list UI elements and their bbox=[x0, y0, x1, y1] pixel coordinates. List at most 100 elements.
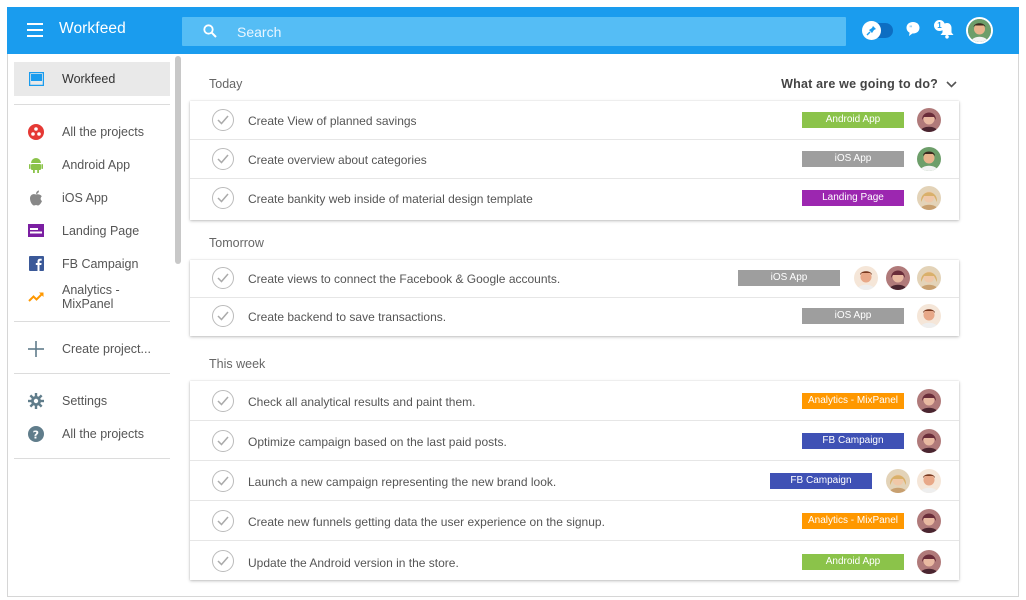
sidebar-item-settings[interactable]: Settings bbox=[14, 384, 170, 417]
apple-icon bbox=[28, 190, 44, 206]
task-card-this-week: Check all analytical results and paint t… bbox=[190, 381, 959, 580]
task-text: Check all analytical results and paint t… bbox=[248, 395, 476, 409]
assignee-avatar[interactable] bbox=[917, 429, 941, 453]
assignee-avatar[interactable] bbox=[917, 186, 941, 210]
complete-task-checkbox[interactable] bbox=[212, 510, 234, 532]
facebook-icon bbox=[28, 256, 44, 272]
section-title-this-week: This week bbox=[209, 357, 266, 371]
assignee-avatar[interactable] bbox=[917, 147, 941, 171]
task-text: Optimize campaign based on the last paid… bbox=[248, 435, 507, 449]
user-avatar[interactable] bbox=[966, 17, 993, 44]
sidebar-item-label: iOS App bbox=[62, 190, 108, 205]
sidebar-item-label: Analytics - MixPanel bbox=[62, 282, 120, 311]
svg-text:?: ? bbox=[33, 428, 39, 441]
complete-task-checkbox[interactable] bbox=[212, 305, 234, 327]
complete-task-checkbox[interactable] bbox=[212, 430, 234, 452]
task-row[interactable]: Create backend to save transactions. iOS… bbox=[190, 298, 959, 336]
task-text: Update the Android version in the store. bbox=[248, 556, 459, 570]
assignee-avatar[interactable] bbox=[917, 266, 941, 290]
search-bar[interactable] bbox=[182, 17, 846, 46]
sidebar-item-help[interactable]: ? All the projects bbox=[14, 417, 170, 450]
app-title: Workfeed bbox=[59, 20, 126, 37]
sidebar-item-label: Workfeed bbox=[62, 72, 116, 86]
top-bar: Workfeed " 1 bbox=[7, 7, 1019, 54]
project-tag[interactable]: iOS App bbox=[802, 151, 904, 167]
sidebar-item-label: Landing Page bbox=[62, 223, 140, 238]
complete-task-checkbox[interactable] bbox=[212, 148, 234, 170]
section-title-tomorrow: Tomorrow bbox=[209, 236, 264, 250]
assignee-avatar[interactable] bbox=[917, 389, 941, 413]
sidebar-item-fb-campaign[interactable]: FB Campaign bbox=[14, 247, 170, 280]
analytics-icon bbox=[28, 289, 44, 305]
sidebar-item-label: Android App bbox=[62, 157, 131, 172]
assignee-avatar[interactable] bbox=[886, 266, 910, 290]
sidebar-divider bbox=[14, 321, 170, 322]
assignee-avatar[interactable] bbox=[917, 509, 941, 533]
task-card-today: Create View of planned savings Android A… bbox=[190, 101, 959, 220]
complete-task-checkbox[interactable] bbox=[212, 550, 234, 572]
task-text: Create views to connect the Facebook & G… bbox=[248, 272, 561, 286]
sidebar-item-landing-page[interactable]: Landing Page bbox=[14, 214, 170, 247]
sidebar-item-label: Settings bbox=[62, 393, 108, 408]
assignee-avatar[interactable] bbox=[917, 304, 941, 328]
project-tag[interactable]: Analytics - MixPanel bbox=[802, 513, 904, 529]
hamburger-menu-icon[interactable] bbox=[27, 23, 43, 37]
project-tag[interactable]: FB Campaign bbox=[802, 433, 904, 449]
sidebar-item-label: All the projects bbox=[62, 124, 144, 139]
svg-text:": " bbox=[909, 25, 912, 32]
complete-task-checkbox[interactable] bbox=[212, 187, 234, 209]
sidebar-item-label: Create project... bbox=[62, 341, 151, 356]
assignee-avatar[interactable] bbox=[854, 266, 878, 290]
sidebar-divider bbox=[14, 458, 170, 459]
project-tag[interactable]: Landing Page bbox=[802, 190, 904, 206]
android-icon bbox=[28, 157, 44, 173]
notifications-button[interactable]: 1 bbox=[934, 20, 956, 40]
search-input[interactable] bbox=[237, 17, 837, 46]
task-card-tomorrow: Create views to connect the Facebook & G… bbox=[190, 260, 959, 336]
project-tag[interactable]: FB Campaign bbox=[770, 473, 872, 489]
project-tag[interactable]: Android App bbox=[802, 554, 904, 570]
sidebar-item-analytics-mixpanel[interactable]: Analytics - MixPanel bbox=[14, 280, 170, 313]
task-row[interactable]: Create views to connect the Facebook & G… bbox=[190, 260, 959, 298]
notification-count-badge: 1 bbox=[934, 20, 945, 31]
assignee-avatar[interactable] bbox=[917, 108, 941, 132]
sidebar-item-all-projects[interactable]: All the projects bbox=[14, 115, 170, 148]
assignee-avatar[interactable] bbox=[917, 469, 941, 493]
filter-dropdown[interactable]: What are we going to do? bbox=[781, 77, 957, 91]
complete-task-checkbox[interactable] bbox=[212, 267, 234, 289]
inbox-icon bbox=[28, 71, 44, 87]
pin-toggle[interactable] bbox=[862, 21, 893, 40]
assignee-avatar[interactable] bbox=[886, 469, 910, 493]
sidebar: Workfeed All the projects Android App iO… bbox=[14, 62, 170, 469]
assignee-avatar[interactable] bbox=[917, 550, 941, 574]
task-text: Create overview about categories bbox=[248, 153, 427, 167]
project-tag[interactable]: Analytics - MixPanel bbox=[802, 393, 904, 409]
project-tag[interactable]: iOS App bbox=[738, 270, 840, 286]
project-tag[interactable]: iOS App bbox=[802, 308, 904, 324]
task-row[interactable]: Update the Android version in the store.… bbox=[190, 541, 959, 580]
complete-task-checkbox[interactable] bbox=[212, 109, 234, 131]
sidebar-item-android-app[interactable]: Android App bbox=[14, 148, 170, 181]
project-tag[interactable]: Android App bbox=[802, 112, 904, 128]
sidebar-divider bbox=[14, 373, 170, 374]
task-row[interactable]: Create View of planned savings Android A… bbox=[190, 101, 959, 140]
task-text: Create backend to save transactions. bbox=[248, 310, 447, 324]
complete-task-checkbox[interactable] bbox=[212, 470, 234, 492]
task-row[interactable]: Optimize campaign based on the last paid… bbox=[190, 421, 959, 461]
search-icon bbox=[203, 24, 217, 38]
pin-icon bbox=[862, 21, 881, 40]
task-row[interactable]: Create bankity web inside of material de… bbox=[190, 179, 959, 219]
projects-icon bbox=[28, 123, 44, 140]
complete-task-checkbox[interactable] bbox=[212, 390, 234, 412]
task-row[interactable]: Launch a new campaign representing the n… bbox=[190, 461, 959, 501]
chat-icon[interactable]: " bbox=[905, 21, 921, 37]
gear-icon bbox=[28, 392, 44, 409]
task-row[interactable]: Create new funnels getting data the user… bbox=[190, 501, 959, 541]
task-row[interactable]: Check all analytical results and paint t… bbox=[190, 381, 959, 421]
sidebar-item-ios-app[interactable]: iOS App bbox=[14, 181, 170, 214]
sidebar-item-workfeed[interactable]: Workfeed bbox=[14, 62, 170, 96]
sidebar-scrollbar[interactable] bbox=[175, 56, 181, 264]
task-text: Launch a new campaign representing the n… bbox=[248, 475, 557, 489]
sidebar-item-create-project[interactable]: Create project... bbox=[14, 332, 170, 365]
task-row[interactable]: Create overview about categories iOS App bbox=[190, 140, 959, 179]
